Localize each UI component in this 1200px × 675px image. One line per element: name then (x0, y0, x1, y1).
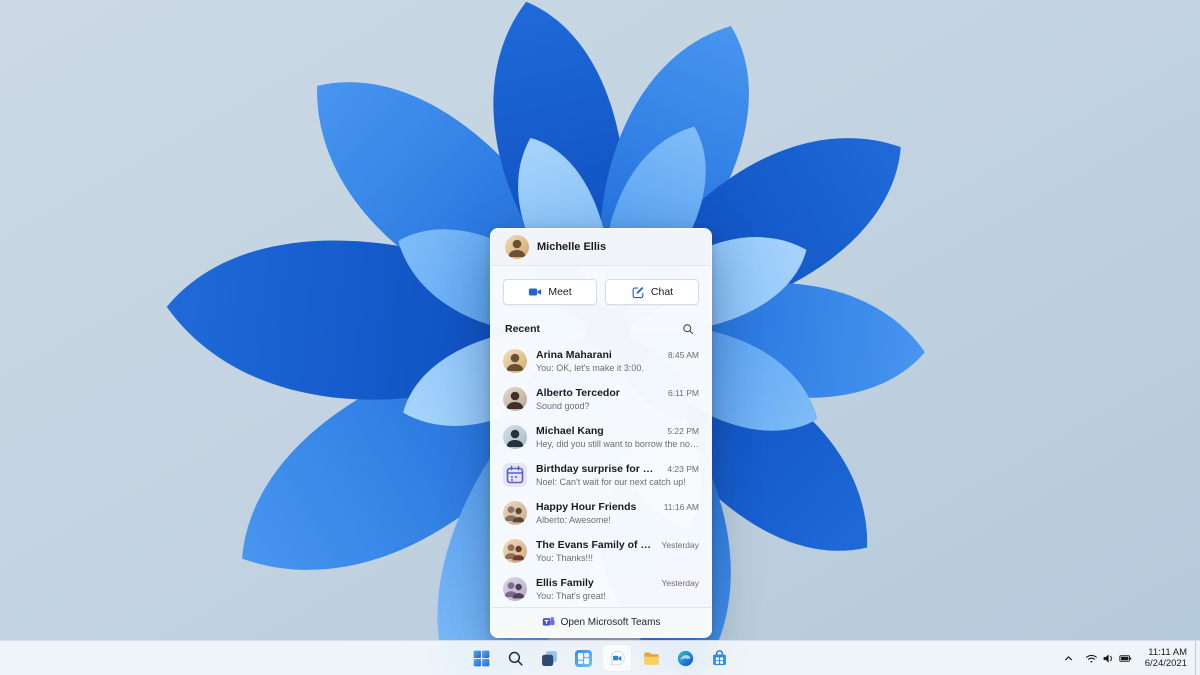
windows-logo-icon (473, 650, 490, 667)
conversation-time: 6:11 PM (667, 388, 699, 399)
conversation-row-ellis-family[interactable]: Ellis Family Yesterday You: That's great… (491, 570, 711, 607)
profile-header[interactable]: Michelle Ellis (491, 229, 711, 266)
conversation-time: Yesterday (661, 578, 700, 589)
chat-button[interactable]: Chat (605, 279, 699, 305)
meet-button-label: Meet (548, 286, 572, 298)
show-desktop-button[interactable] (1195, 641, 1200, 675)
conversation-name: Michael Kang (536, 425, 604, 438)
conversation-preview: You: That's great! (536, 590, 606, 601)
search-button[interactable] (500, 644, 530, 672)
conversation-row-arina[interactable]: Arina Maharani 8:45 AM You: OK, let's ma… (491, 342, 711, 380)
tray-time: 11:11 AM (1148, 646, 1187, 658)
conversation-name: Birthday surprise for Mum (536, 463, 662, 476)
system-tray: 11:11 AM 6/24/2021 (1057, 641, 1200, 675)
user-avatar (505, 235, 529, 259)
search-icon[interactable] (679, 320, 697, 338)
compose-icon (631, 285, 645, 299)
conversation-preview: Sound good? (536, 400, 590, 411)
conversation-text: Alberto Tercedor 6:11 PM Sound good? (536, 387, 699, 411)
person-avatar (503, 425, 527, 449)
widgets-icon (574, 649, 592, 667)
conversation-preview: Alberto: Awesome! (536, 514, 611, 525)
group-avatar (503, 501, 527, 525)
meet-button[interactable]: Meet (503, 279, 597, 305)
conversation-preview: You: OK, let's make it 3:00. (536, 362, 644, 373)
conversation-text: Ellis Family Yesterday You: That's great… (536, 577, 699, 601)
wifi-icon (1085, 652, 1098, 665)
desktop: Michelle Ellis Meet Chat Recent Arina Ma… (0, 0, 1200, 675)
conversation-preview: Noel: Can't wait for our next catch up! (536, 476, 686, 487)
tray-chevron-button[interactable] (1057, 644, 1080, 672)
group-avatar (503, 577, 527, 601)
conversation-name: Arina Maharani (536, 349, 612, 362)
open-teams-link[interactable]: Open Microsoft Teams (491, 607, 711, 637)
taskbar: 11:11 AM 6/24/2021 (0, 640, 1200, 675)
conversation-text: Birthday surprise for Mum 4:23 PM Noel: … (536, 463, 699, 487)
conversation-text: Happy Hour Friends 11:16 AM Alberto: Awe… (536, 501, 699, 525)
conversation-time: Yesterday (661, 540, 700, 551)
teams-logo-icon (542, 615, 555, 631)
edge-button[interactable] (670, 644, 700, 672)
start-button[interactable] (466, 644, 496, 672)
edge-browser-icon (677, 650, 694, 667)
widgets-button[interactable] (568, 644, 598, 672)
open-teams-label: Open Microsoft Teams (560, 617, 661, 628)
conversation-text: The Evans Family of Supers Yesterday You… (536, 539, 699, 563)
user-name: Michelle Ellis (537, 241, 607, 253)
store-button[interactable] (704, 644, 734, 672)
conversation-time: 11:16 AM (663, 502, 699, 513)
conversation-row-alberto[interactable]: Alberto Tercedor 6:11 PM Sound good? (491, 380, 711, 418)
conversation-name: Alberto Tercedor (536, 387, 620, 400)
chat-button-label: Chat (650, 286, 674, 298)
task-view-icon (541, 650, 558, 667)
video-camera-icon (528, 285, 542, 299)
conversation-row-birthday[interactable]: Birthday surprise for Mum 4:23 PM Noel: … (491, 456, 711, 494)
conversation-preview: Hey, did you still want to borrow the no… (536, 438, 699, 449)
conversation-row-happy-hour[interactable]: Happy Hour Friends 11:16 AM Alberto: Awe… (491, 494, 711, 532)
conversation-list: Arina Maharani 8:45 AM You: OK, let's ma… (491, 342, 711, 607)
person-avatar (503, 387, 527, 411)
teams-chat-icon (609, 650, 626, 667)
taskbar-center-icons (466, 641, 734, 675)
quick-actions: Meet Chat (491, 266, 711, 315)
conversation-preview: You: Thanks!!! (536, 552, 594, 563)
volume-icon (1102, 652, 1115, 665)
file-explorer-button[interactable] (636, 644, 666, 672)
conversation-row-evans-family[interactable]: The Evans Family of Supers Yesterday You… (491, 532, 711, 570)
store-icon (711, 649, 728, 667)
conversation-name: Ellis Family (536, 577, 594, 590)
tray-status-icons[interactable] (1080, 644, 1137, 672)
folder-icon (643, 650, 660, 667)
taskbar-clock[interactable]: 11:11 AM 6/24/2021 (1137, 644, 1195, 672)
conversation-time: 5:22 PM (667, 426, 699, 437)
conversation-time: 8:45 AM (667, 350, 699, 361)
task-view-button[interactable] (534, 644, 564, 672)
recent-label: Recent (505, 323, 541, 335)
recent-header: Recent (491, 315, 711, 342)
calendar-icon (503, 463, 527, 487)
chevron-up-icon (1062, 652, 1075, 665)
search-icon (507, 650, 524, 667)
teams-chat-flyout: Michelle Ellis Meet Chat Recent Arina Ma… (490, 228, 712, 638)
chat-button[interactable] (602, 644, 632, 672)
conversation-text: Michael Kang 5:22 PM Hey, did you still … (536, 425, 699, 449)
group-avatar (503, 539, 527, 563)
conversation-name: Happy Hour Friends (536, 501, 637, 514)
tray-date: 6/24/2021 (1144, 658, 1187, 669)
conversation-time: 4:23 PM (667, 464, 699, 475)
person-avatar (503, 349, 527, 373)
conversation-row-michael[interactable]: Michael Kang 5:22 PM Hey, did you still … (491, 418, 711, 456)
conversation-text: Arina Maharani 8:45 AM You: OK, let's ma… (536, 349, 699, 373)
conversation-name: The Evans Family of Supers (536, 539, 656, 552)
battery-icon (1119, 652, 1132, 665)
